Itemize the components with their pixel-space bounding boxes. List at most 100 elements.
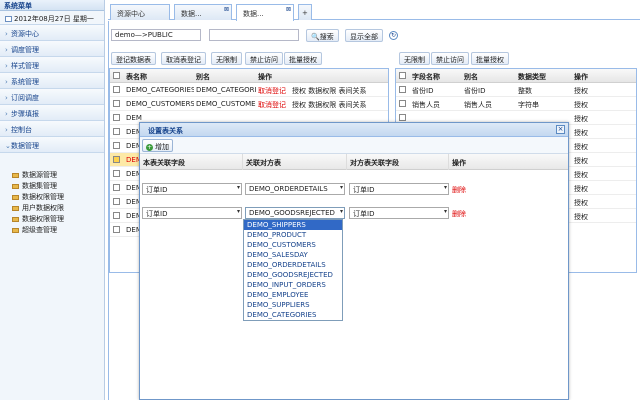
show-all-button[interactable]: 显示全部 <box>345 29 383 42</box>
close-icon[interactable]: ⊠ <box>224 6 229 13</box>
table-row[interactable]: DEMO_CUSTOMERSDEMO_CUSTOMERS取消登记授权 数据权限 … <box>110 97 388 111</box>
grant-link[interactable]: 授权 <box>572 139 602 153</box>
row-actions[interactable]: 授权 数据权限 表间关系 <box>290 83 388 97</box>
target-field-select[interactable]: 订单ID ▾ <box>349 207 449 219</box>
row-checkbox[interactable] <box>113 212 120 219</box>
sidebar-title: 系统菜单 <box>0 0 104 11</box>
dropdown-option[interactable]: DEMO_SUPPLIERS <box>244 300 342 310</box>
row-checkbox[interactable] <box>113 128 120 135</box>
sidebar-item-datasource[interactable]: 数据源管理 <box>0 169 104 180</box>
add-relation-button[interactable]: + 增加 <box>142 139 173 152</box>
row-checkbox[interactable] <box>399 100 406 107</box>
grant-link[interactable]: 授权 <box>572 111 602 125</box>
dropdown-option[interactable]: DEMO_CUSTOMERS <box>244 240 342 250</box>
row-checkbox[interactable] <box>113 198 120 205</box>
local-field-select[interactable]: 订单ID ▾ <box>142 207 242 219</box>
row-checkbox[interactable] <box>113 100 120 107</box>
unregister-link[interactable]: 取消登记 <box>256 83 290 97</box>
right-batch-grant-button[interactable]: 批量授权 <box>471 52 509 65</box>
sidebar-section-console[interactable]: › 控制台 <box>0 121 104 137</box>
folder-icon <box>12 173 19 178</box>
sidebar-section-schedule[interactable]: › 调度管理 <box>0 41 104 57</box>
row-checkbox[interactable] <box>113 114 120 121</box>
column-header[interactable]: 表名称 <box>124 69 194 83</box>
grant-link[interactable]: 授权 <box>572 97 602 111</box>
sidebar-section-fill[interactable]: › 步骤填报 <box>0 105 104 121</box>
select-all-checkbox[interactable] <box>113 72 120 79</box>
path-input[interactable]: demo—>PUBLIC <box>111 29 201 41</box>
dropdown-option[interactable]: DEMO_SALESDAY <box>244 250 342 260</box>
local-field-select[interactable]: 订单ID ▾ <box>142 183 242 195</box>
tab-data-2[interactable]: 数据... ⊠ <box>236 4 294 21</box>
tab-data-1[interactable]: 数据... ⊠ <box>174 4 232 20</box>
sidebar-item-data-permission-2[interactable]: 数据权限管理 <box>0 213 104 224</box>
right-unrestricted-button[interactable]: 无限制 <box>399 52 430 65</box>
sidebar-section-resource-center[interactable]: › 资源中心 <box>0 25 104 41</box>
deny-access-button[interactable]: 禁止访问 <box>245 52 283 65</box>
unregister-table-button[interactable]: 取消表登记 <box>161 52 206 65</box>
row-checkbox[interactable] <box>113 170 120 177</box>
select-all-checkbox[interactable] <box>399 72 406 79</box>
table-row[interactable]: DEMO_CATEGORIESDEMO_CATEGORIES取消登记授权 数据权… <box>110 83 388 97</box>
target-field-select[interactable]: 订单ID ▾ <box>349 183 449 195</box>
grant-link[interactable]: 授权 <box>572 83 602 97</box>
dropdown-option[interactable]: DEMO_PRODUCT <box>244 230 342 240</box>
column-header[interactable]: 字段名称 <box>410 69 460 83</box>
row-checkbox[interactable] <box>113 156 120 163</box>
close-icon[interactable]: ⊠ <box>286 6 291 13</box>
row-checkbox[interactable] <box>113 142 120 149</box>
column-header[interactable]: 本表关联字段 <box>140 154 243 170</box>
dropdown-option[interactable]: DEMO_EMPLOYEE <box>244 290 342 300</box>
column-header[interactable]: 别名 <box>194 69 254 83</box>
grant-link[interactable]: 授权 <box>572 195 602 209</box>
sidebar-item-dataset[interactable]: 数据集管理 <box>0 180 104 191</box>
column-header[interactable]: 操作 <box>256 69 336 83</box>
column-header[interactable]: 对方表关联字段 <box>347 154 449 170</box>
sidebar-section-style[interactable]: › 样式管理 <box>0 57 104 73</box>
grant-link[interactable]: 授权 <box>572 181 602 195</box>
grant-link[interactable]: 授权 <box>572 209 602 223</box>
row-checkbox[interactable] <box>113 184 120 191</box>
batch-grant-button[interactable]: 批量授权 <box>284 52 322 65</box>
delete-link[interactable]: 删除 <box>452 185 466 195</box>
sidebar-item-super-query[interactable]: 超级查管理 <box>0 224 104 235</box>
search-input[interactable] <box>209 29 299 41</box>
register-table-button[interactable]: 登记数据表 <box>111 52 156 65</box>
dropdown-option[interactable]: DEMO_CATEGORIES <box>244 310 342 320</box>
unrestricted-button[interactable]: 无限制 <box>211 52 242 65</box>
unregister-link[interactable]: 取消登记 <box>256 97 290 111</box>
dropdown-option[interactable]: DEMO_INPUT_ORDERS <box>244 280 342 290</box>
tab-resource-center[interactable]: 资源中心 <box>110 4 170 20</box>
right-deny-access-button[interactable]: 禁止访问 <box>431 52 469 65</box>
close-icon[interactable]: × <box>556 125 565 134</box>
table-row[interactable]: 省份ID 省份ID 整数 授权 <box>396 83 636 97</box>
column-header[interactable]: 操作 <box>572 69 622 83</box>
table-row[interactable]: 销售人员 销售人员 字符串 授权 <box>396 97 636 111</box>
row-checkbox[interactable] <box>399 86 406 93</box>
dropdown-option[interactable]: DEMO_GOODSREJECTED <box>244 270 342 280</box>
grant-link[interactable]: 授权 <box>572 167 602 181</box>
target-table-select[interactable]: DEMO_ORDERDETAILS ▾ <box>245 183 345 195</box>
column-header[interactable]: 操作 <box>449 154 568 170</box>
refresh-icon[interactable]: ↻ <box>389 31 398 40</box>
sidebar-item-data-permission[interactable]: 数据权限管理 <box>0 191 104 202</box>
grant-link[interactable]: 授权 <box>572 125 602 139</box>
row-checkbox[interactable] <box>113 226 120 233</box>
sidebar-section-system[interactable]: › 系统管理 <box>0 73 104 89</box>
column-header[interactable]: 关联对方表 <box>243 154 347 170</box>
row-actions[interactable]: 授权 数据权限 表间关系 <box>290 97 388 111</box>
search-button[interactable]: 🔍搜索 <box>306 29 339 42</box>
sidebar-section-data-management[interactable]: ⌄数据管理 <box>0 137 104 153</box>
row-checkbox[interactable] <box>399 114 406 121</box>
dropdown-option[interactable]: DEMO_ORDERDETAILS <box>244 260 342 270</box>
column-header[interactable]: 别名 <box>462 69 512 83</box>
grant-link[interactable]: 授权 <box>572 153 602 167</box>
dropdown-option[interactable]: DEMO_SHIPPERS <box>244 220 342 230</box>
target-table-select[interactable]: DEMO_GOODSREJECTED ▾ <box>245 207 345 219</box>
column-header[interactable]: 数据类型 <box>516 69 566 83</box>
sidebar-item-user-data-permission[interactable]: 用户数据权限 <box>0 202 104 213</box>
delete-link[interactable]: 删除 <box>452 209 466 219</box>
tab-add[interactable]: + <box>298 4 312 20</box>
row-checkbox[interactable] <box>113 86 120 93</box>
sidebar-section-subscription[interactable]: › 订阅调度 <box>0 89 104 105</box>
